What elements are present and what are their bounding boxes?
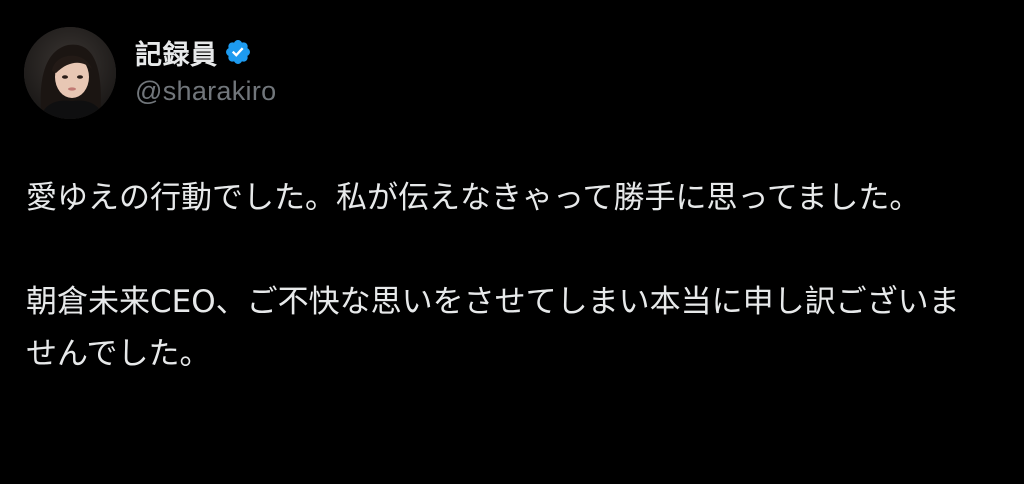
display-name[interactable]: 記録員 [135,33,218,72]
avatar[interactable] [24,27,116,119]
tweet-paragraph: 朝倉未来CEO、ご不快な思いをさせてしまい本当に申し訳ございませんでした。 [26,284,960,372]
user-handle[interactable]: @sharakiro [135,76,276,107]
tweet: 記録員 @sharakiro 愛ゆえの行動でした。私が伝えなきゃって勝手に思って… [0,0,1024,484]
profile-photo [24,27,116,119]
verified-badge-icon [224,38,252,66]
tweet-text: 愛ゆえの行動でした。私が伝えなきゃって勝手に思ってました。 朝倉未来CEO、ご不… [26,172,986,380]
tweet-paragraph: 愛ゆえの行動でした。私が伝えなきゃって勝手に思ってました。 [26,180,921,216]
name-row: 記録員 [135,32,276,72]
author-block: 記録員 @sharakiro [135,32,276,122]
